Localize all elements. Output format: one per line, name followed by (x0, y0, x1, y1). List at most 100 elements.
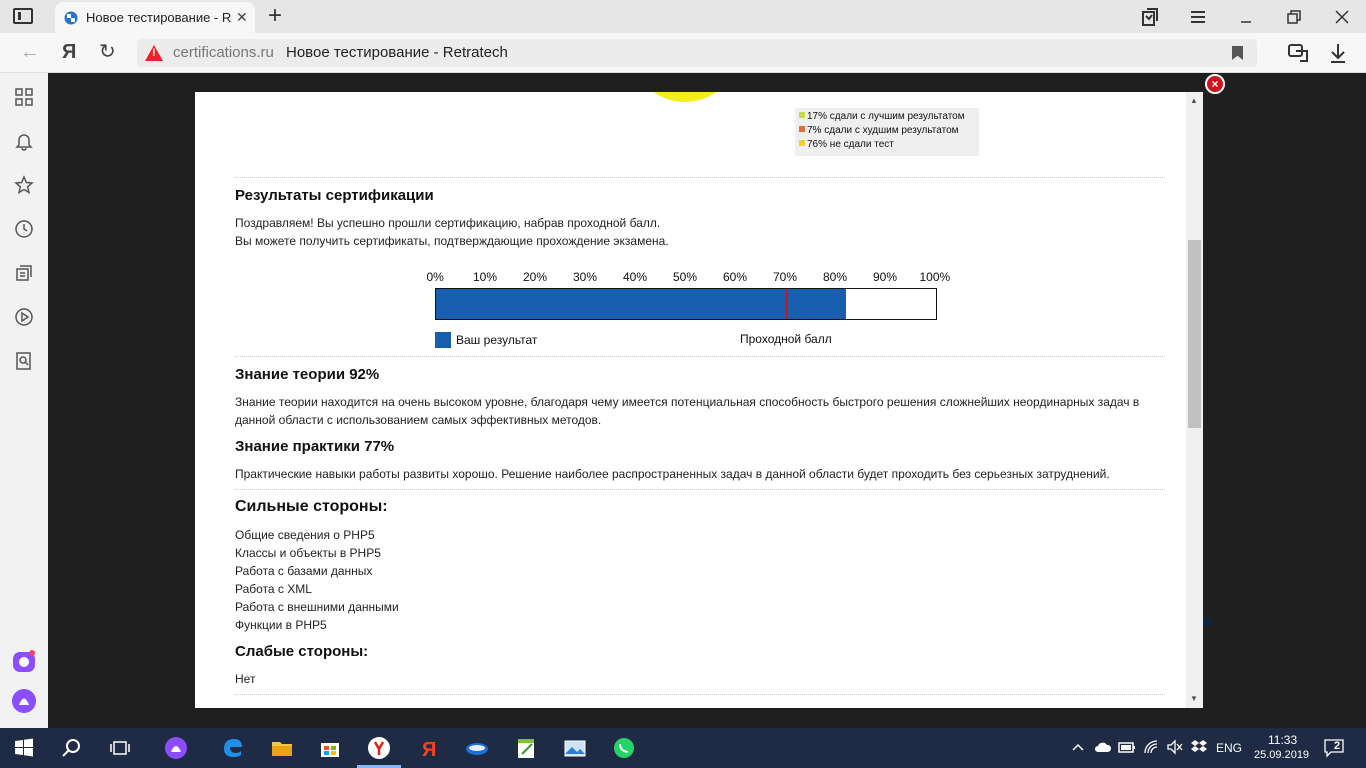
pie-legend: 17% сдали с лучшим результатом 7% сдали … (795, 108, 979, 156)
pie-legend-item: 76% не сдали тест (799, 138, 979, 152)
edge-browser-icon[interactable] (221, 736, 245, 760)
scale-tick-label: 0% (426, 270, 444, 284)
close-window-icon[interactable] (1331, 6, 1353, 28)
photos-icon[interactable] (563, 736, 587, 760)
chevron-up-icon[interactable] (1071, 740, 1085, 754)
whatsapp-icon[interactable] (612, 736, 636, 760)
clock-date[interactable]: 25.09.2019 (1254, 749, 1309, 761)
notepad-plus-icon[interactable] (514, 736, 538, 760)
dropbox-icon[interactable] (1190, 739, 1208, 755)
pass-score-legend: Проходной балл (740, 332, 832, 346)
scroll-up-arrow-icon[interactable]: ▲ (1190, 96, 1198, 105)
legend-swatch-failed (799, 140, 805, 146)
clock-time[interactable]: 11:33 (1268, 733, 1297, 747)
legend-swatch-worse (799, 126, 805, 132)
yandex-logo[interactable]: Я (62, 41, 76, 63)
practice-heading: Знание практики 77% (235, 438, 395, 455)
results-text-2: Вы можете получить сертификаты, подтверж… (235, 234, 669, 248)
battery-icon[interactable] (1118, 739, 1136, 755)
section-divider (235, 356, 1165, 357)
scale-tick-label: 100% (919, 270, 951, 284)
url-field[interactable]: certifications.ru Новое тестирование - R… (137, 39, 1257, 67)
file-explorer-icon[interactable] (270, 736, 294, 760)
browser-tab-bar: Новое тестирование - R ✕ + (0, 0, 1366, 33)
scale-tick-label: 80% (823, 270, 848, 284)
tab-close-icon[interactable]: ✕ (236, 9, 248, 26)
pie-legend-text: 17% сдали с лучшим результатом (807, 111, 965, 122)
scale-tick-label: 50% (673, 270, 698, 284)
menu-icon[interactable] (1187, 6, 1209, 28)
browser-tab[interactable]: Новое тестирование - R ✕ (55, 2, 255, 33)
alice-taskbar-icon[interactable] (164, 736, 188, 760)
restore-icon[interactable] (1283, 6, 1305, 28)
zen-feed-icon[interactable] (14, 263, 34, 283)
scale-tick-label: 10% (473, 270, 498, 284)
reload-icon[interactable]: ↻ (99, 41, 116, 63)
volume-muted-icon[interactable] (1166, 739, 1184, 755)
pie-legend-text: 76% не сдали тест (807, 139, 894, 150)
scrollbar-thumb[interactable] (1188, 240, 1201, 428)
app-launcher-icon[interactable] (465, 736, 489, 760)
overlay-marker (1203, 618, 1211, 626)
scale-tick-label: 70% (773, 270, 798, 284)
scroll-down-arrow-icon[interactable]: ▼ (1190, 694, 1198, 703)
list-item: Работа с базами данных (235, 564, 373, 578)
apps-grid-icon[interactable] (14, 87, 34, 107)
list-item: Классы и объекты в PHP5 (235, 546, 381, 560)
video-play-icon[interactable] (14, 307, 34, 327)
wifi-icon[interactable] (1143, 739, 1161, 755)
your-result-swatch (435, 332, 451, 348)
reading-list-icon[interactable] (1287, 42, 1309, 64)
address-bar-row: ← Я ↻ certifications.ru Новое тестирован… (0, 33, 1366, 73)
task-view-icon[interactable] (108, 736, 132, 760)
strengths-heading: Сильные стороны: (235, 498, 388, 515)
windows-start-icon[interactable] (12, 736, 36, 760)
insecure-warning-icon[interactable] (145, 45, 163, 61)
language-indicator[interactable]: ENG (1216, 741, 1242, 755)
new-tab-button[interactable]: + (268, 3, 282, 29)
bell-icon[interactable] (14, 131, 34, 151)
star-icon[interactable] (14, 175, 34, 195)
results-heading: Результаты сертификации (235, 187, 434, 204)
store-icon[interactable] (318, 736, 342, 760)
scale-tick-label: 60% (723, 270, 748, 284)
scale-tick-label: 90% (873, 270, 898, 284)
search-page-icon[interactable] (14, 351, 34, 371)
url-domain: certifications.ru (173, 44, 274, 61)
back-icon[interactable]: ← (20, 41, 40, 63)
list-item: Работа с XML (235, 582, 312, 596)
browser-sidebar (0, 73, 48, 728)
scale-tick-label: 20% (523, 270, 548, 284)
download-icon[interactable] (1328, 42, 1348, 64)
modal-content: 17% сдали с лучшим результатом 7% сдали … (195, 92, 1185, 708)
site-favicon-icon (64, 11, 78, 25)
messenger-icon[interactable] (12, 649, 36, 673)
weaknesses-heading: Слабые стороны: (235, 643, 369, 660)
cloud-icon[interactable] (1094, 740, 1112, 754)
section-divider (235, 177, 1165, 178)
list-item: Функции в PHP5 (235, 618, 327, 632)
your-result-legend: Ваш результат (435, 332, 537, 348)
section-divider (235, 694, 1165, 695)
alice-assistant-icon[interactable] (12, 689, 36, 713)
modal-close-button[interactable]: × (1205, 74, 1225, 94)
collections-icon[interactable] (1139, 6, 1161, 28)
modal-scrollbar[interactable]: ▲ ▼ (1186, 92, 1203, 708)
score-bar-fill (436, 289, 846, 319)
windows-taskbar: Я ENG 11:33 25.09.2019 2 (0, 728, 1366, 768)
history-clock-icon[interactable] (14, 219, 34, 239)
minimize-icon[interactable] (1235, 6, 1257, 28)
sidebar-toggle-icon[interactable] (13, 8, 33, 24)
yandex-browser-taskbar-icon[interactable] (367, 736, 391, 760)
theory-text: Знание теории находится на очень высоком… (235, 395, 1140, 427)
pass-score-line (786, 289, 787, 319)
list-item: Общие сведения о PHP5 (235, 528, 375, 542)
yandex-icon[interactable]: Я (416, 736, 440, 760)
section-divider (235, 489, 1165, 490)
bookmark-icon[interactable] (1232, 46, 1243, 60)
pie-legend-item: 17% сдали с лучшим результатом (799, 110, 979, 124)
results-text-1: Поздравляем! Вы успешно прошли сертифика… (235, 216, 661, 230)
search-icon[interactable] (60, 736, 84, 760)
list-item: Работа с внешними данными (235, 600, 399, 614)
score-scale: 0% 10% 20% 30% 40% 50% 60% 70% 80% 90% 100% (195, 270, 1185, 290)
